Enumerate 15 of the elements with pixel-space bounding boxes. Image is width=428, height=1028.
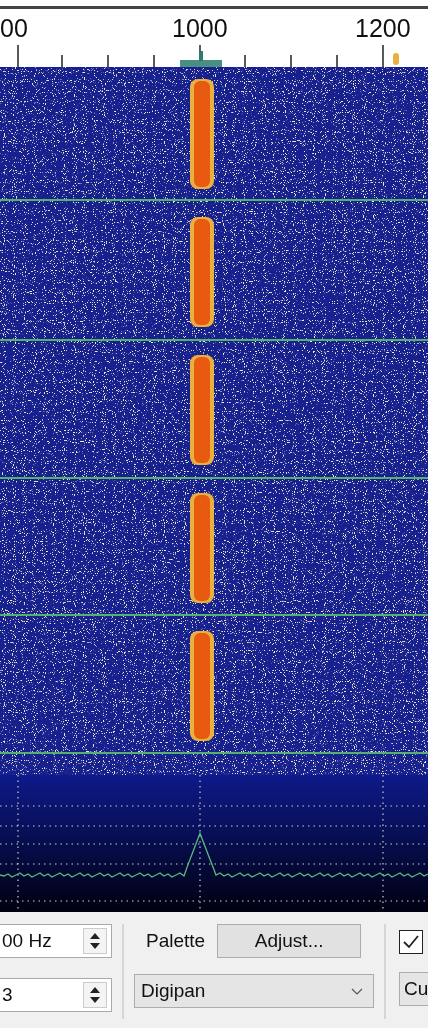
palette-label: Palette: [146, 930, 206, 952]
dropdown[interactable]: Cu: [399, 972, 428, 1006]
spin-arrows-icon[interactable]: [83, 982, 107, 1008]
adjust-button[interactable]: Adjust...: [217, 924, 362, 958]
scale-label: 00: [0, 16, 28, 41]
frequency-spinbox[interactable]: 00 Hz: [0, 924, 112, 958]
checkbox[interactable]: [399, 930, 423, 954]
tuning-marker-icon: [180, 51, 222, 67]
chevron-down-icon: [351, 987, 363, 995]
scale-label: 1000: [172, 16, 228, 41]
marker-icon: [393, 53, 399, 65]
scale-label: 1200: [355, 16, 411, 41]
spin-arrows-icon[interactable]: [83, 928, 107, 954]
number-spinbox[interactable]: 3: [0, 978, 112, 1012]
palette-dropdown[interactable]: Digipan: [134, 974, 374, 1008]
